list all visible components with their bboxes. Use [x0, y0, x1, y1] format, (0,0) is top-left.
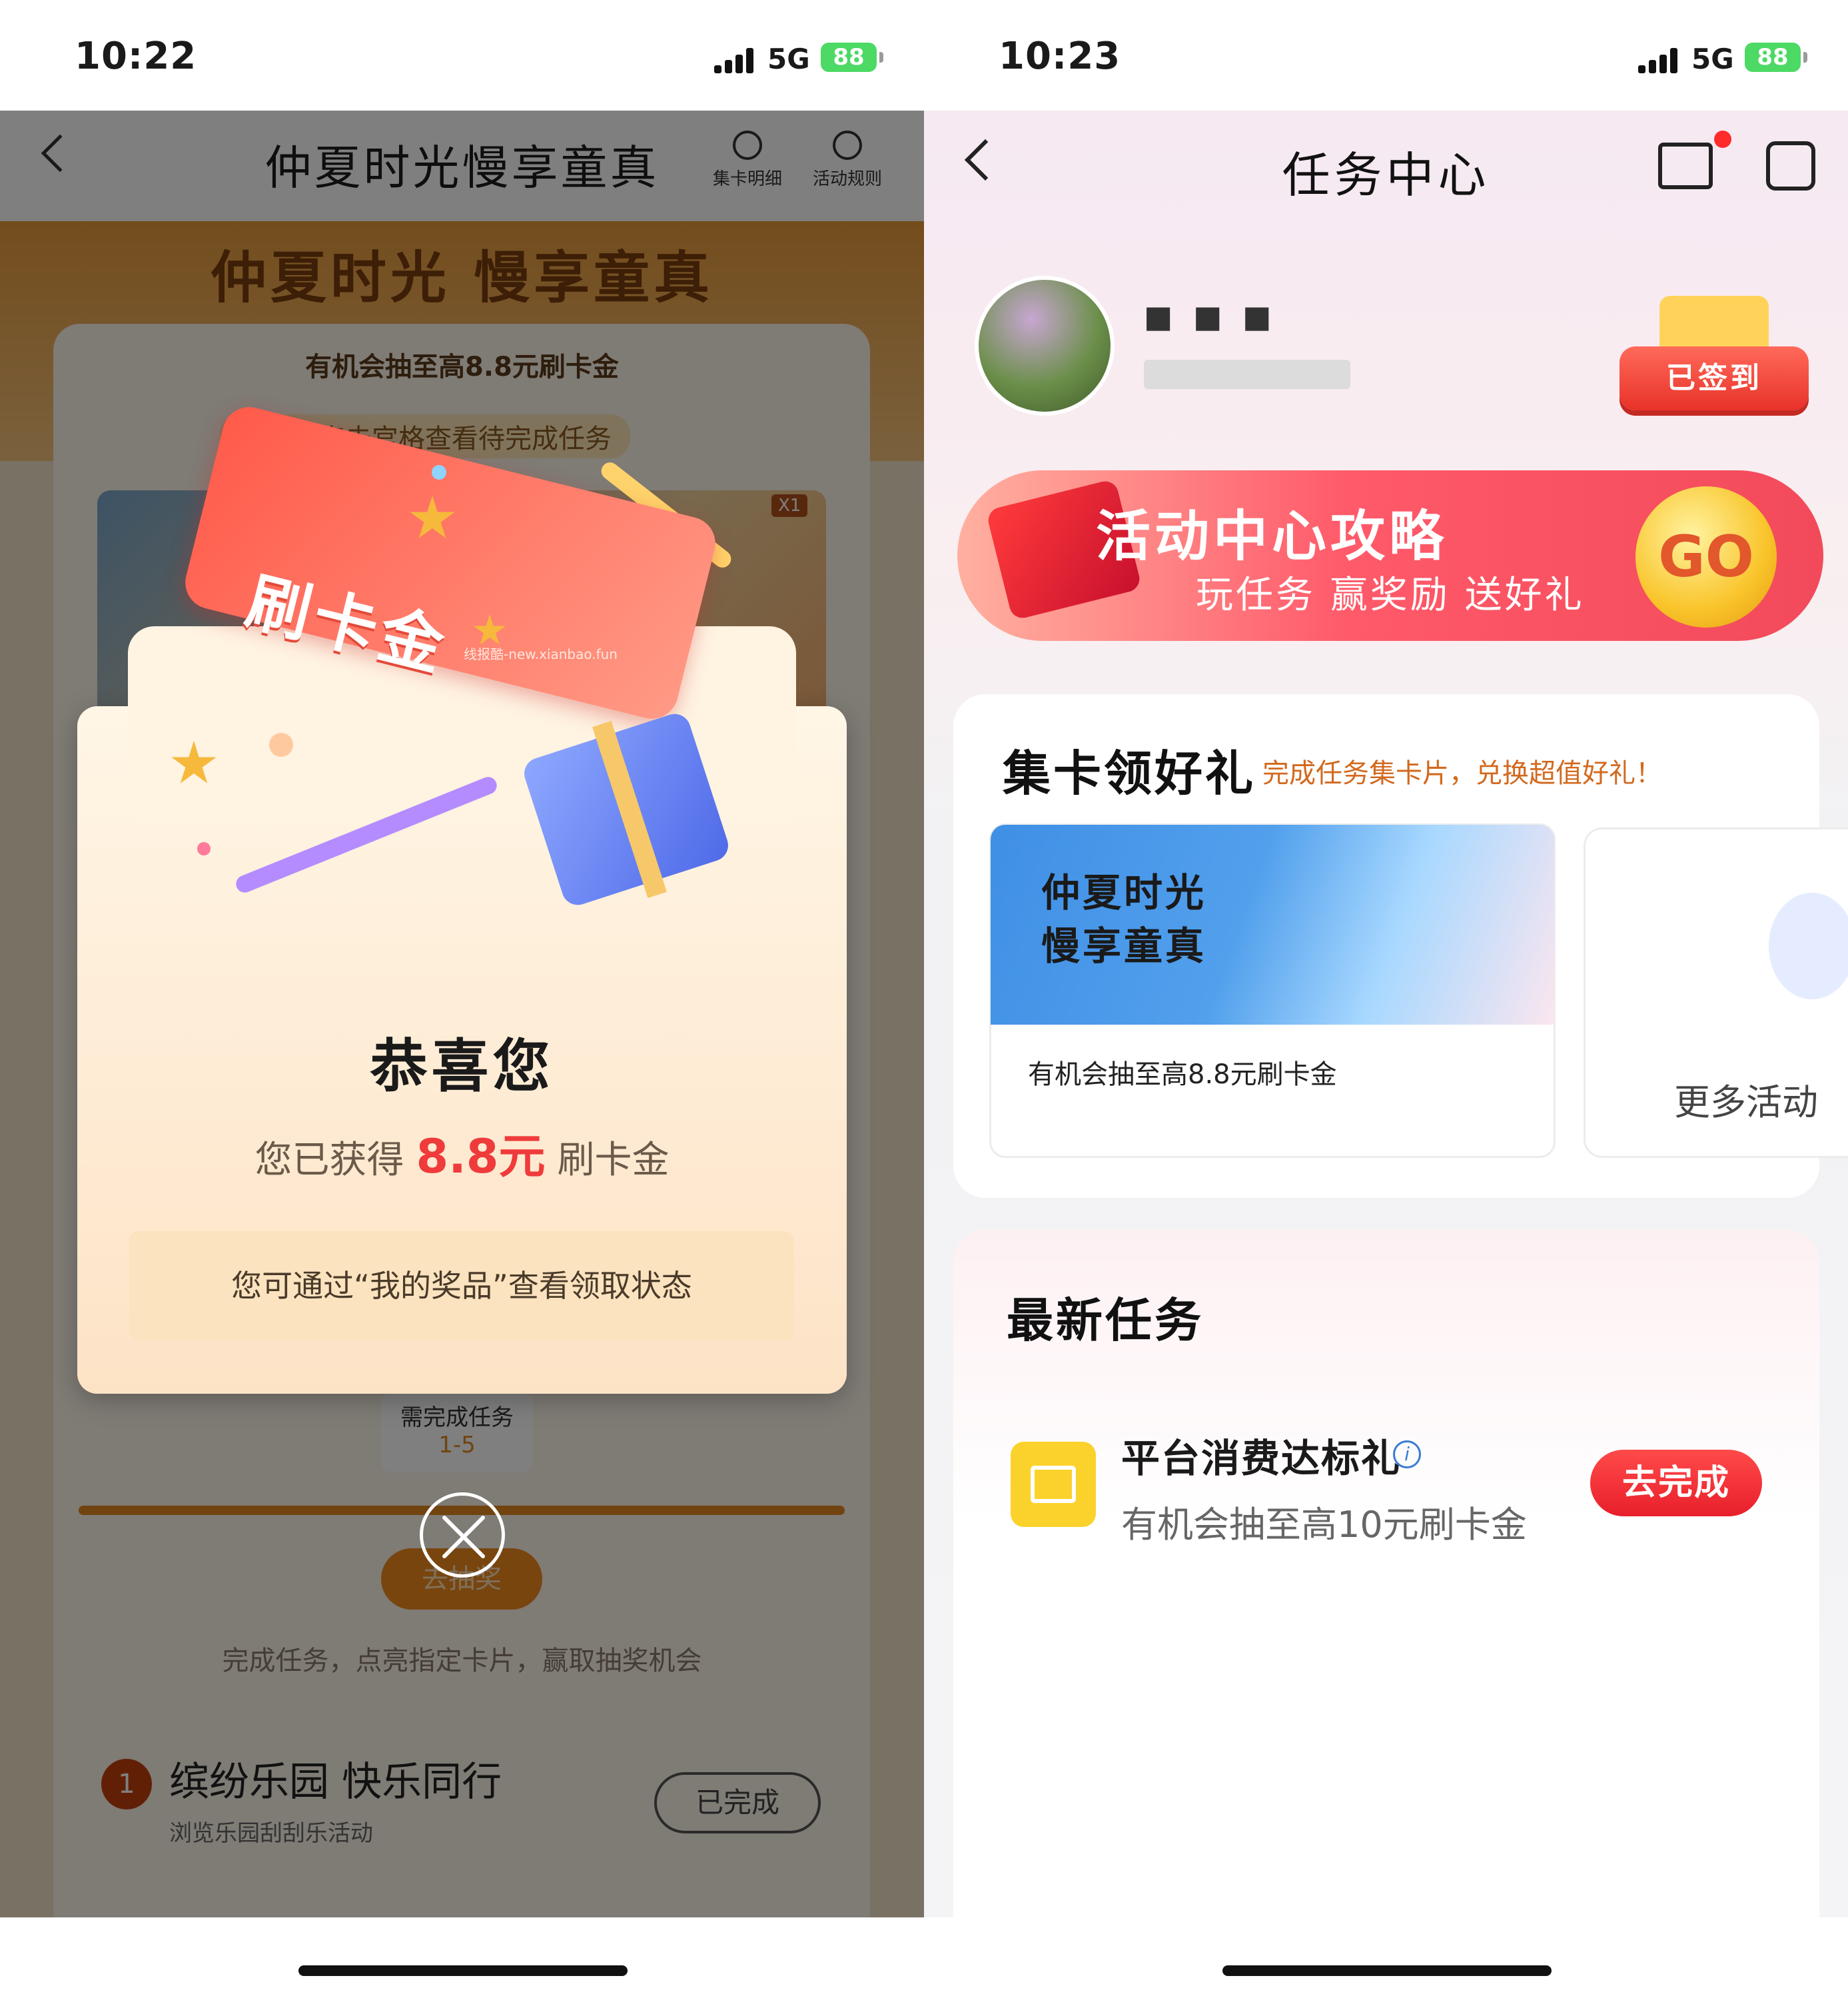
battery-icon: 88	[821, 43, 877, 72]
prize-status-note[interactable]: 您可通过“我的奖品”查看领取状态	[129, 1231, 794, 1340]
notification-dot	[1714, 131, 1731, 148]
user-info-blurred	[1144, 360, 1350, 389]
section-subtitle: 完成任务集卡片，兑换超值好礼！	[1262, 758, 1662, 789]
battery-tip-icon	[879, 52, 883, 63]
signal-icon	[714, 48, 758, 73]
section-title: 最新任务	[1007, 1293, 1204, 1348]
banner-subtitle: 玩任务 赢奖励 送好礼	[1196, 574, 1585, 617]
go-complete-button[interactable]: 去完成	[1590, 1450, 1762, 1516]
task-title: 平台消费达标礼	[1121, 1436, 1402, 1481]
more-activities-label: 更多活动	[1674, 1081, 1818, 1123]
task-description: 有机会抽至高10元刷卡金	[1121, 1504, 1527, 1546]
status-bar: 10:23 5G 88	[924, 0, 1848, 111]
user-name-blurred: ■ ■ ■	[1144, 298, 1277, 334]
go-button[interactable]: GO	[1635, 486, 1777, 628]
signal-icon	[1638, 48, 1682, 73]
status-bar: 10:22 5G 88	[0, 0, 924, 111]
network-label: 5G	[767, 43, 810, 75]
watermark-text: 线报酷-new.xianbao.fun	[464, 646, 618, 662]
confetti-dot	[432, 465, 446, 480]
confetti-dot	[269, 733, 293, 757]
reward-amount-line: 您已获得 8.8元 刷卡金	[77, 1119, 847, 1187]
more-activities-image	[1769, 893, 1848, 999]
home-indicator-area	[0, 1919, 924, 2000]
banner-title: 活动中心攻略	[1096, 505, 1448, 568]
status-time: 10:23	[999, 35, 1121, 78]
reward-amount: 8.8元	[416, 1129, 546, 1184]
info-icon[interactable]: i	[1393, 1440, 1421, 1468]
avatar[interactable]	[975, 276, 1115, 416]
activity-description: 有机会抽至高8.8元刷卡金	[1028, 1059, 1337, 1090]
signed-in-badge[interactable]: 已签到	[1619, 346, 1809, 410]
battery-tip-icon	[1803, 52, 1807, 63]
shopping-bag-icon-inner	[1031, 1466, 1076, 1503]
section-title: 集卡领好礼	[1003, 746, 1256, 801]
left-screenshot: 10:22 5G 88 仲夏时光慢享童真 集卡明细 活动规则 仲夏时光 慢享童真…	[0, 0, 924, 2000]
reward-suffix: 刷卡金	[557, 1139, 670, 1182]
network-label: 5G	[1691, 43, 1734, 75]
battery-icon: 88	[1745, 43, 1801, 72]
right-screenshot: 10:23 5G 88 任务中心 ■ ■ ■ 已签到 活动中心攻略 玩任务 赢奖…	[924, 0, 1848, 2000]
home-indicator-area	[924, 1919, 1848, 2000]
share-icon[interactable]	[1766, 141, 1815, 191]
home-indicator[interactable]	[1222, 1965, 1552, 1976]
reward-prefix: 您已获得	[254, 1139, 404, 1182]
status-time: 10:22	[75, 35, 197, 78]
activity-title: 仲夏时光慢享童真	[1041, 870, 1207, 969]
close-icon[interactable]	[420, 1492, 505, 1578]
gift-icon[interactable]	[1658, 143, 1713, 189]
modal-title: 恭喜您	[370, 1033, 554, 1100]
home-indicator[interactable]	[298, 1965, 628, 1976]
confetti-dot	[197, 842, 211, 855]
